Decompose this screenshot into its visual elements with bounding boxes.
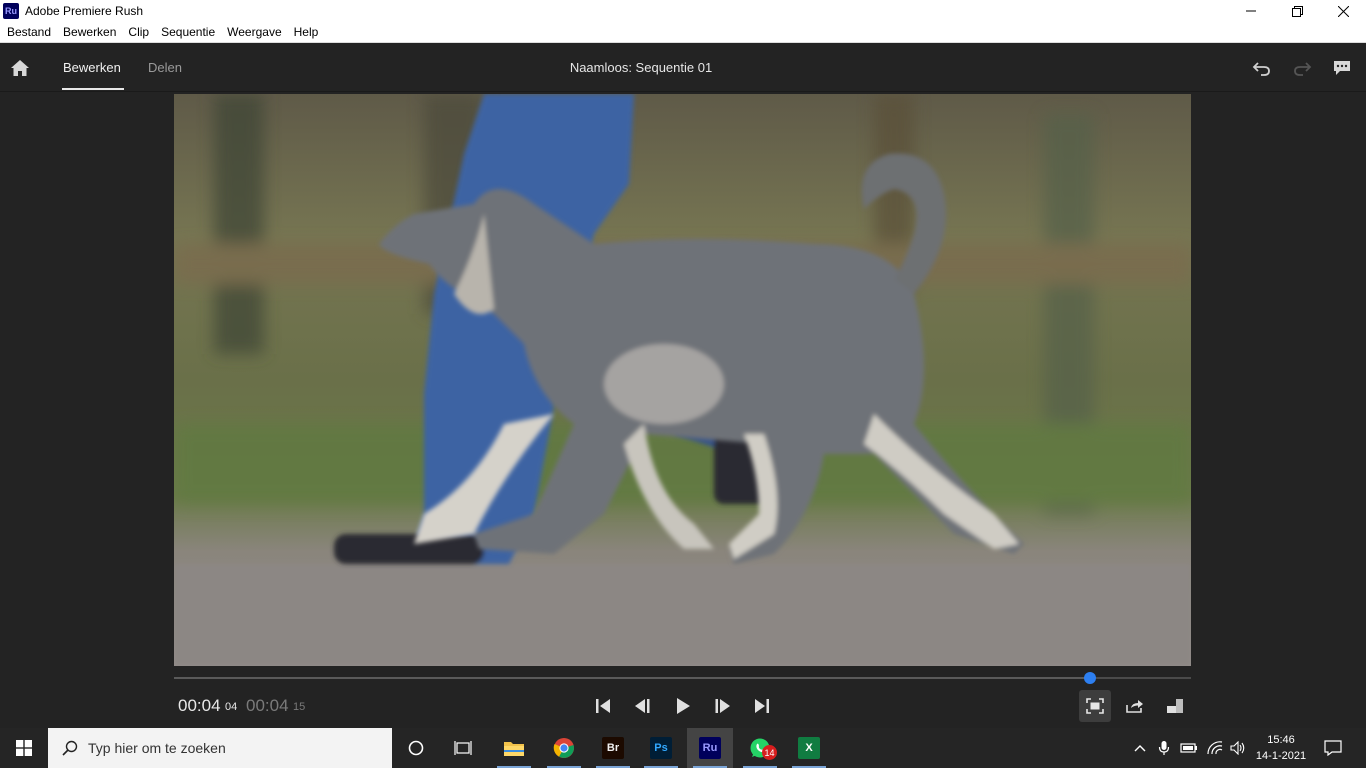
search-icon xyxy=(62,740,78,756)
step-forward-icon xyxy=(715,699,730,713)
step-forward-button[interactable] xyxy=(713,697,731,715)
wifi-icon xyxy=(1207,741,1223,755)
taskbar-search-box[interactable]: Typ hier om te zoeken xyxy=(48,728,392,768)
play-button[interactable] xyxy=(674,697,692,715)
volume-tray[interactable] xyxy=(1228,728,1248,768)
close-button[interactable] xyxy=(1320,0,1366,22)
windows-taskbar: Typ hier om te zoeken Br Ps Ru 14 X 15:4… xyxy=(0,728,1366,768)
playhead[interactable] xyxy=(1084,672,1097,684)
fit-frame-icon xyxy=(1086,698,1104,714)
current-timecode: 00:04 xyxy=(178,696,221,715)
chrome-icon xyxy=(553,738,574,758)
menu-clip[interactable]: Clip xyxy=(122,22,155,43)
notification-icon xyxy=(1324,740,1342,756)
task-view-icon xyxy=(454,741,472,755)
photoshop-icon: Ps xyxy=(650,737,672,759)
play-icon xyxy=(677,698,690,714)
premiere-rush-icon: Ru xyxy=(699,737,721,759)
scrubber-progress xyxy=(174,677,1091,679)
app-logo-icon: Ru xyxy=(3,3,19,19)
step-back-icon xyxy=(635,699,650,713)
menu-bewerken[interactable]: Bewerken xyxy=(57,22,122,43)
undo-icon xyxy=(1252,62,1270,76)
comment-icon xyxy=(1334,61,1350,75)
battery-icon xyxy=(1180,743,1197,753)
menu-weergave[interactable]: Weergave xyxy=(221,22,287,43)
sequence-title: Naamloos: Sequentie 01 xyxy=(569,60,713,75)
notification-badge: 14 xyxy=(762,745,777,760)
go-to-start-button[interactable] xyxy=(594,697,612,715)
export-frame-button[interactable] xyxy=(1119,690,1151,722)
skip-to-start-icon xyxy=(596,699,610,713)
start-button[interactable] xyxy=(0,728,48,768)
window-controls xyxy=(1228,0,1366,22)
restore-icon xyxy=(1291,5,1303,17)
taskbar-app-photoshop[interactable]: Ps xyxy=(638,728,684,768)
menu-sequentie[interactable]: Sequentie xyxy=(155,22,221,43)
video-preview[interactable] xyxy=(174,94,1191,666)
menu-bar: Bestand Bewerken Clip Sequentie Weergave… xyxy=(0,22,1366,43)
clock-time: 15:46 xyxy=(1267,734,1295,746)
menu-help[interactable]: Help xyxy=(288,22,325,43)
fit-view-button[interactable] xyxy=(1079,690,1111,722)
action-center-button[interactable] xyxy=(1318,728,1348,768)
current-frames: 04 xyxy=(225,701,238,713)
timeline-scrubber[interactable] xyxy=(174,677,1191,679)
taskbar-app-whatsapp[interactable]: 14 xyxy=(737,728,783,768)
cortana-icon xyxy=(408,740,424,756)
taskbar-clock[interactable]: 15:46 14-1-2021 xyxy=(1250,732,1312,764)
speaker-icon xyxy=(1230,741,1245,755)
folder-icon xyxy=(504,742,524,756)
taskbar-app-chrome[interactable] xyxy=(541,728,587,768)
aspect-ratio-icon xyxy=(1167,699,1183,713)
comments-button[interactable] xyxy=(1332,59,1352,77)
minimize-icon xyxy=(1246,10,1256,12)
step-back-button[interactable] xyxy=(634,697,652,715)
minimize-button[interactable] xyxy=(1228,0,1274,22)
window-title: Adobe Premiere Rush xyxy=(25,4,144,18)
taskbar-app-excel[interactable]: X xyxy=(786,728,832,768)
show-hidden-icons-button[interactable] xyxy=(1131,728,1149,768)
chevron-up-icon xyxy=(1134,745,1146,752)
go-to-end-button[interactable] xyxy=(753,697,771,715)
menu-bestand[interactable]: Bestand xyxy=(0,22,57,43)
clock-date: 14-1-2021 xyxy=(1255,750,1307,762)
video-frame-image xyxy=(174,94,1191,666)
title-bar: Ru Adobe Premiere Rush xyxy=(0,0,1366,22)
restore-button[interactable] xyxy=(1274,0,1320,22)
app-header: Bewerken Delen Naamloos: Sequentie 01 xyxy=(0,43,1366,92)
close-icon xyxy=(1337,5,1349,17)
microphone-icon xyxy=(1158,741,1170,755)
aspect-ratio-button[interactable] xyxy=(1159,690,1191,722)
excel-icon: X xyxy=(798,737,820,759)
total-frames: 15 xyxy=(293,701,306,713)
search-placeholder: Typ hier om te zoeken xyxy=(88,740,226,756)
redo-icon xyxy=(1294,62,1312,76)
undo-button[interactable] xyxy=(1252,59,1272,77)
taskbar-app-bridge[interactable]: Br xyxy=(590,728,636,768)
task-view-button[interactable] xyxy=(440,728,486,768)
taskbar-app-file-explorer[interactable] xyxy=(491,728,537,768)
battery-tray[interactable] xyxy=(1179,728,1199,768)
redo-button[interactable] xyxy=(1292,59,1312,77)
active-tab-indicator xyxy=(62,88,124,90)
total-duration: 00:04 xyxy=(246,696,289,715)
taskbar-app-premiere-rush[interactable]: Ru xyxy=(687,728,733,768)
network-tray[interactable] xyxy=(1205,728,1225,768)
cortana-button[interactable] xyxy=(393,728,439,768)
skip-to-end-icon xyxy=(755,699,769,713)
microphone-tray[interactable] xyxy=(1155,728,1173,768)
windows-logo-icon xyxy=(16,740,32,756)
share-icon xyxy=(1126,700,1143,713)
bridge-icon: Br xyxy=(602,737,624,759)
